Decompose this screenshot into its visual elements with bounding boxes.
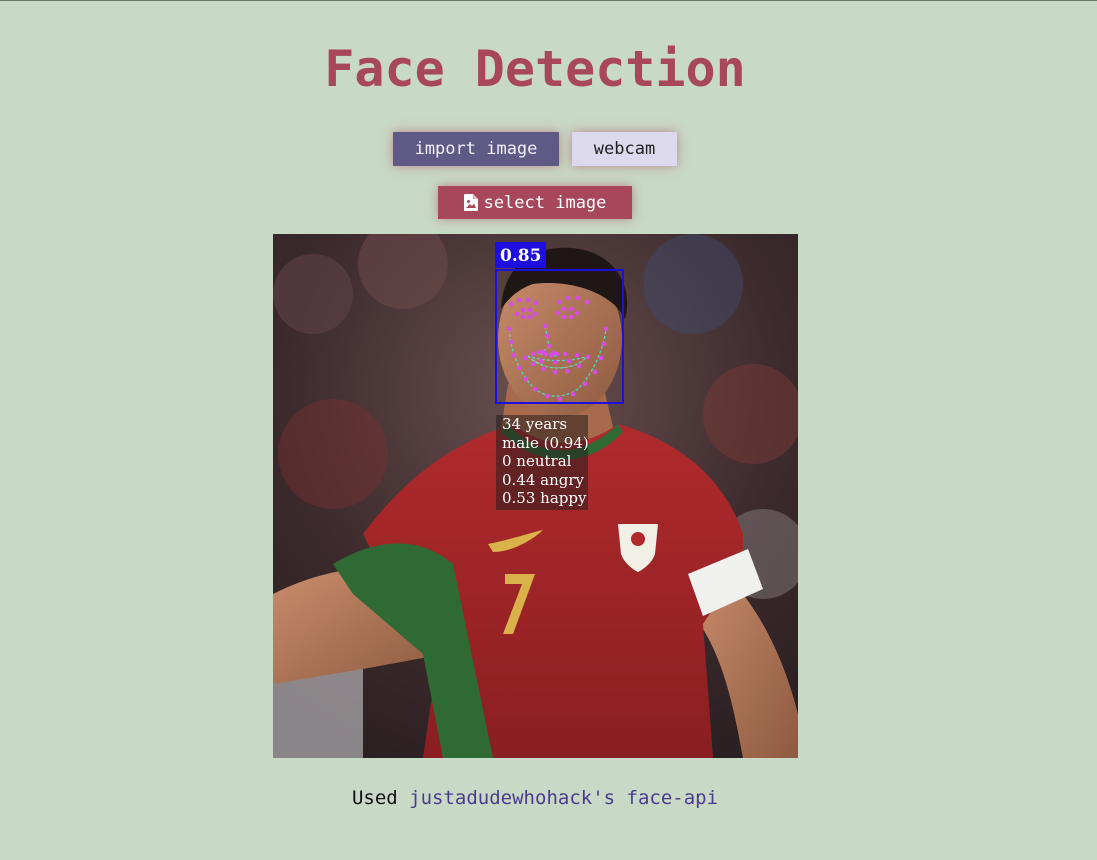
gender-text: male (0.94) [502,433,589,452]
select-image-label: select image [483,192,607,213]
page-title: Face Detection [324,40,746,98]
select-image-button[interactable]: select image [438,186,632,219]
analyzed-photo: 0.85 34 years male (0.94) 0 neutral 0.44… [273,234,798,758]
angry-text: 0.44 angry [502,470,585,489]
import-image-button[interactable]: import image [393,132,559,166]
neutral-text: 0 neutral [502,452,572,470]
footer-prefix: Used [351,787,398,809]
image-file-icon [463,194,478,211]
webcam-button[interactable]: webcam [572,132,677,166]
happy-text: 0.53 happy [502,489,587,507]
age-text: 34 years [502,415,568,433]
face-api-link[interactable]: justadudewhohack's face-api [409,787,718,809]
face-attributes-panel: 34 years male (0.94) 0 neutral 0.44 angr… [496,415,589,510]
credits-footer: Used justadudewhohack's face-api [0,787,1070,809]
